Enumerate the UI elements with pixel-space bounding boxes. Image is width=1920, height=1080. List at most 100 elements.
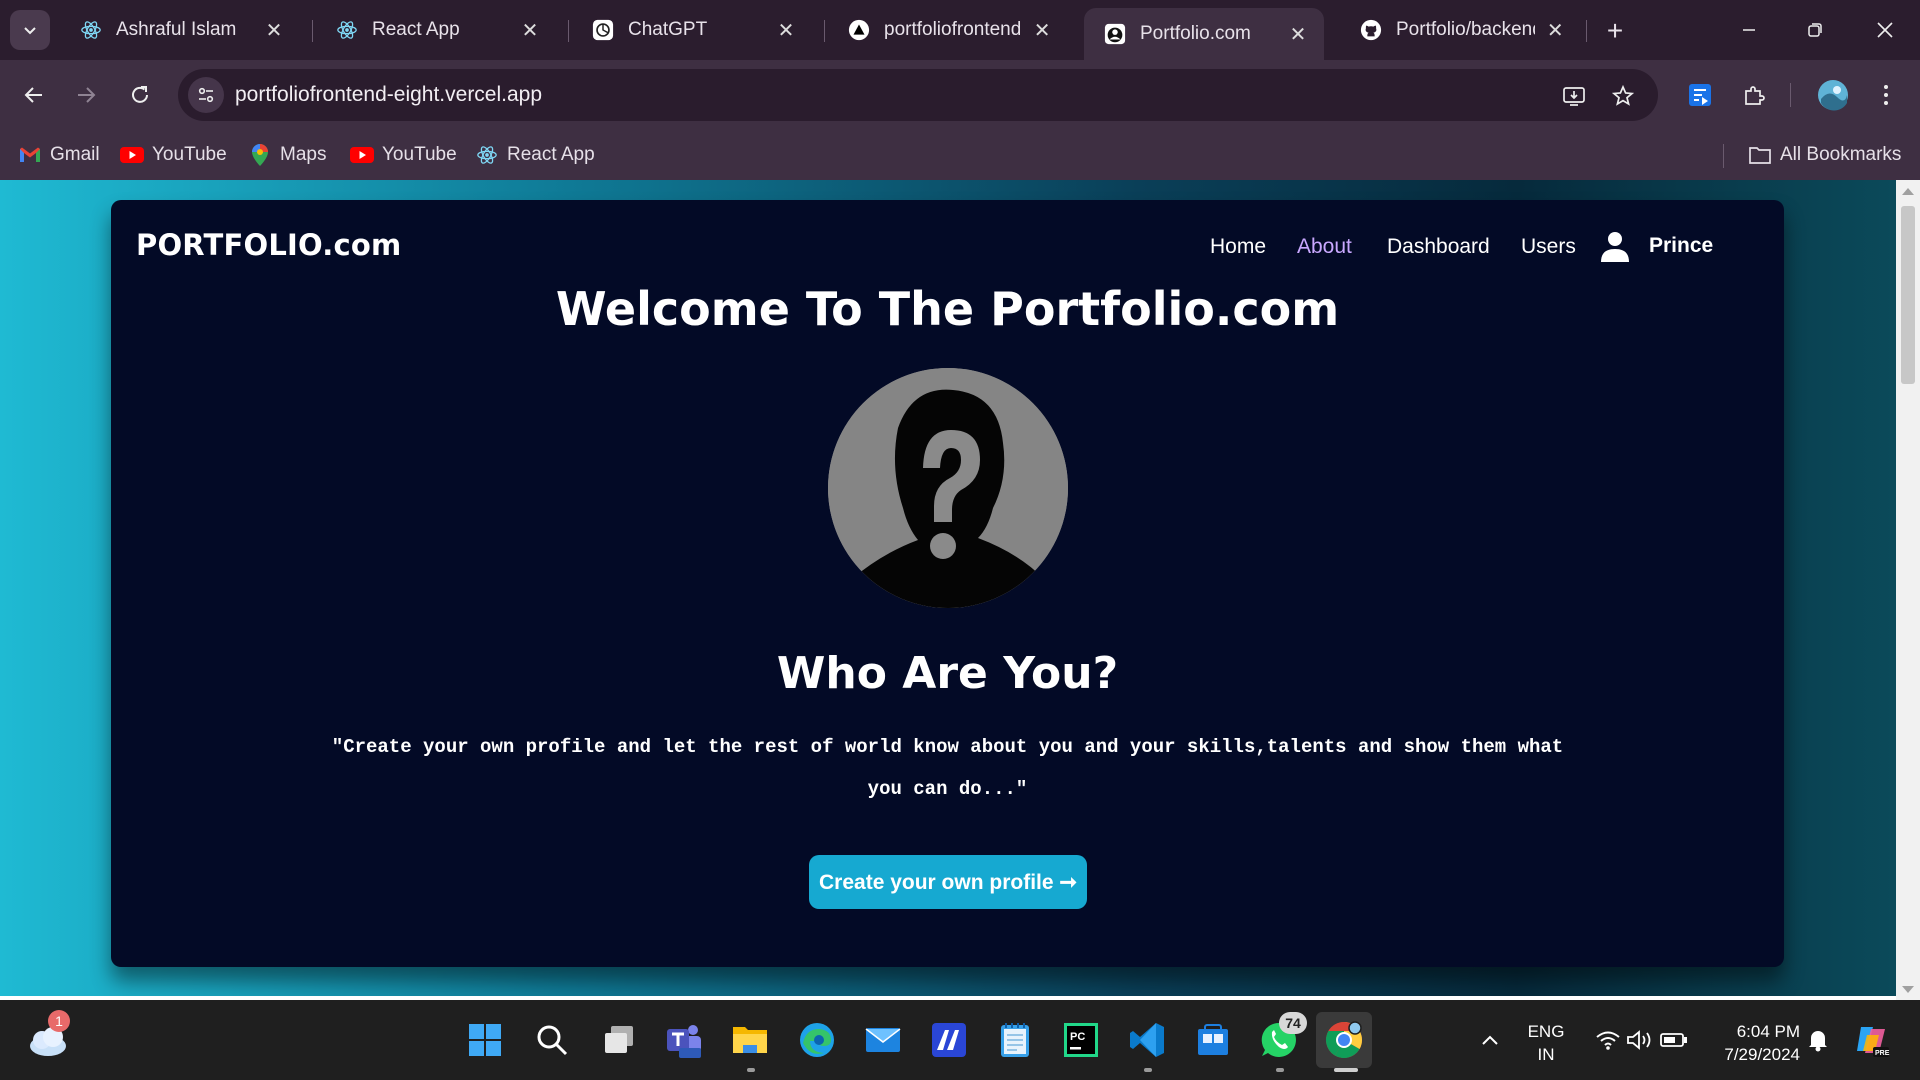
tab-portfoliofrontend[interactable]: portfoliofrontend ✕ [828, 8, 1068, 52]
reload-button[interactable] [120, 75, 160, 115]
tab-strip: Ashraful Islam ✕ React App ✕ ChatGPT ✕ p… [0, 0, 1920, 60]
notifications-button[interactable] [1796, 1018, 1840, 1062]
browser-toolbar: portfoliofrontend-eight.vercel.app [0, 60, 1920, 130]
copilot-button[interactable]: PRE [1850, 1018, 1894, 1062]
back-button[interactable] [14, 75, 54, 115]
close-tab-icon[interactable]: ✕ [1028, 16, 1056, 44]
tab-label: Ashraful Islam [116, 19, 237, 40]
bookmark-star-button[interactable] [1608, 81, 1638, 111]
battery-status[interactable] [1652, 1018, 1696, 1062]
svg-text:PC: PC [1070, 1031, 1085, 1043]
clock[interactable]: 6:04 PM 7/29/2024 [1700, 1020, 1800, 1066]
bookmark-youtube-2[interactable]: YouTube [350, 140, 457, 170]
language-indicator[interactable]: ENG IN [1518, 1020, 1574, 1066]
running-indicator [1144, 1068, 1152, 1072]
taskbar-store[interactable] [1191, 1018, 1235, 1062]
taskbar-file-explorer[interactable] [728, 1018, 772, 1062]
restore-button[interactable] [1790, 10, 1840, 50]
taskbar-search[interactable] [530, 1018, 574, 1062]
vertical-scrollbar[interactable] [1896, 180, 1920, 1000]
taskbar-ai-app[interactable] [927, 1018, 971, 1062]
more-vertical-icon [1884, 85, 1888, 105]
tab-github-backend[interactable]: Portfolio/backend/ ✕ [1340, 8, 1580, 52]
tune-icon [198, 87, 214, 103]
show-hidden-icons-button[interactable] [1468, 1018, 1512, 1062]
store-icon [1198, 1024, 1228, 1055]
pycharm-icon: PC [1064, 1023, 1098, 1057]
bookmark-youtube[interactable]: YouTube [120, 140, 227, 170]
arrow-left-icon [24, 87, 42, 103]
react-icon [336, 19, 358, 41]
install-app-button[interactable] [1559, 81, 1589, 111]
bookmark-react-app[interactable]: React App [475, 140, 595, 170]
windows-taskbar: 1 PC 74 ENG IN 6:04 PM 7/29/2024 PRE [0, 1000, 1920, 1080]
nav-link-users[interactable]: Users [1521, 235, 1576, 259]
browser-menu-button[interactable] [1868, 77, 1904, 113]
task-view-icon [605, 1026, 633, 1053]
react-icon [80, 19, 102, 41]
chrome-icon [1325, 1021, 1363, 1059]
address-bar[interactable]: portfoliofrontend-eight.vercel.app [178, 69, 1658, 121]
restore-icon [1808, 23, 1822, 37]
extensions-menu-button[interactable] [1736, 77, 1772, 113]
forward-button[interactable] [66, 75, 106, 115]
nav-link-home[interactable]: Home [1210, 235, 1266, 259]
scrollbar-thumb[interactable] [1901, 206, 1915, 384]
tab-divider [1586, 20, 1587, 42]
profile-placeholder-image [828, 368, 1068, 608]
close-window-button[interactable] [1860, 10, 1910, 50]
taskbar-mail[interactable] [861, 1018, 905, 1062]
taskbar-teams[interactable] [662, 1018, 706, 1062]
tab-ashraful-islam[interactable]: Ashraful Islam ✕ [60, 8, 300, 52]
tab-portfolio-com[interactable]: Portfolio.com ✕ [1084, 8, 1324, 60]
teams-icon [667, 1025, 701, 1058]
chevron-up-icon [1482, 1035, 1498, 1045]
taskbar-edge[interactable] [795, 1018, 839, 1062]
bookmark-maps[interactable]: Maps [248, 140, 326, 170]
github-icon [1360, 19, 1382, 41]
taskbar-vscode[interactable] [1125, 1018, 1169, 1062]
windows-start-icon [469, 1024, 501, 1056]
scroll-down-icon[interactable] [1902, 986, 1914, 993]
search-icon [537, 1025, 568, 1056]
youtube-icon [350, 143, 374, 167]
nav-link-about[interactable]: About [1297, 235, 1352, 259]
maps-icon [248, 143, 272, 167]
taskbar-notepad[interactable] [993, 1018, 1037, 1062]
tab-react-app[interactable]: React App ✕ [316, 8, 556, 52]
close-tab-icon[interactable]: ✕ [772, 16, 800, 44]
site-brand[interactable]: PORTFOLIO.com [136, 228, 401, 262]
user-menu[interactable]: Prince [1599, 230, 1713, 262]
bookmark-gmail[interactable]: Gmail [18, 140, 100, 170]
close-tab-icon[interactable]: ✕ [260, 16, 288, 44]
running-indicator [747, 1068, 755, 1072]
vscode-icon [1130, 1023, 1164, 1057]
taskbar-task-view[interactable] [597, 1018, 641, 1062]
taskbar-start[interactable] [463, 1018, 507, 1062]
nav-link-dashboard[interactable]: Dashboard [1387, 235, 1490, 259]
all-bookmarks-button[interactable]: All Bookmarks [1748, 140, 1901, 170]
active-indicator [1334, 1068, 1358, 1072]
url-text[interactable]: portfoliofrontend-eight.vercel.app [235, 83, 542, 107]
new-tab-button[interactable]: + [1598, 14, 1632, 48]
svg-text:PRE: PRE [1875, 1050, 1890, 1057]
copilot-icon: PRE [1857, 1027, 1890, 1057]
create-profile-button[interactable]: Create your own profile ➞ [809, 855, 1087, 909]
close-tab-icon[interactable]: ✕ [516, 16, 544, 44]
profile-button[interactable] [1815, 77, 1851, 113]
extension-button[interactable] [1682, 77, 1718, 113]
tab-chatgpt[interactable]: ChatGPT ✕ [572, 8, 812, 52]
taskbar-pycharm[interactable]: PC [1059, 1018, 1103, 1062]
taskbar-chrome[interactable] [1322, 1018, 1366, 1062]
notepad-icon [1001, 1023, 1029, 1057]
minimize-button[interactable] [1724, 10, 1774, 50]
ai-app-icon [932, 1023, 966, 1057]
bell-icon [1809, 1031, 1827, 1052]
tab-search-dropdown[interactable] [10, 10, 50, 50]
site-info-button[interactable] [188, 77, 224, 113]
close-tab-icon[interactable]: ✕ [1284, 20, 1312, 48]
close-tab-icon[interactable]: ✕ [1543, 16, 1569, 44]
hero-card: PORTFOLIO.com Home About Dashboard Users… [111, 200, 1784, 967]
scroll-up-icon[interactable] [1902, 188, 1914, 195]
weather-badge: 1 [48, 1010, 70, 1032]
